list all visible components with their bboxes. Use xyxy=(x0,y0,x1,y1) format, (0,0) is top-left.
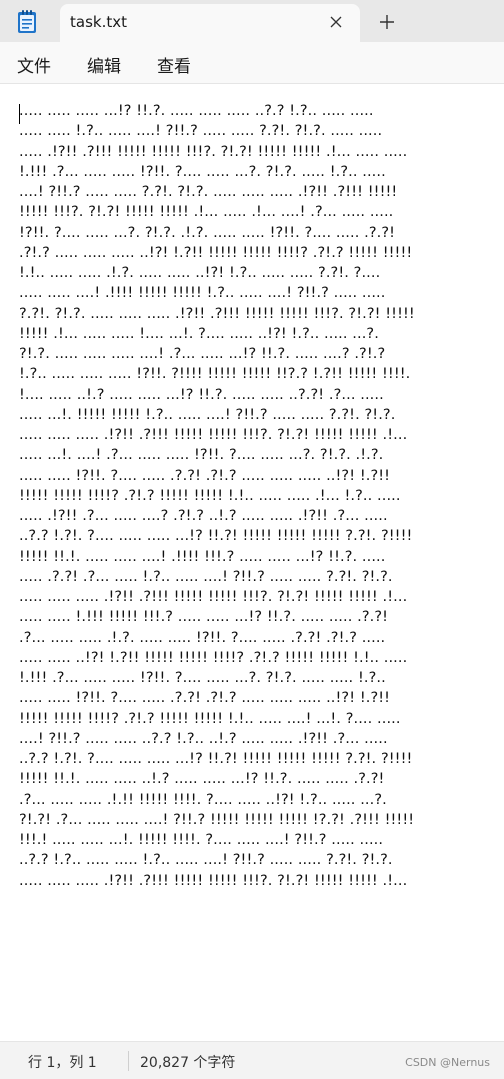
text-editor[interactable]: ..... ..... ..... ...!? !!.?. ..... ....… xyxy=(0,85,504,1041)
text-line: !.... ..... ..!.? ..... ..... ...!? !!.?… xyxy=(19,386,384,403)
text-line: ..... ...!. !!!!! !!!!! !.?.. ..... ....… xyxy=(19,406,396,423)
text-caret xyxy=(19,104,20,124)
text-line: ..... .!?!! .?!!! !!!!! !!!!! !!!?. ?!.?… xyxy=(19,143,408,160)
menu-bar: 文件 编辑 查看 xyxy=(0,42,504,84)
text-line: !.!!! .?... ..... ..... !?!!. ?.... ....… xyxy=(19,163,386,180)
tab-title: task.txt xyxy=(70,13,127,31)
text-line: ?!.?. ..... ..... ..... ....! .?... ....… xyxy=(19,346,386,362)
text-line: ..... ..... ..!?! !.?!! !!!!! !!!!! !!!!… xyxy=(19,649,408,666)
tab-task-txt[interactable]: task.txt xyxy=(60,4,360,42)
watermark: CSDN @Nernus xyxy=(405,1056,490,1069)
menu-edit[interactable]: 编辑 xyxy=(87,52,121,77)
status-divider xyxy=(128,1051,129,1071)
text-line: ..?.? !.?!. ?.... ..... ..... ...!? !!.?… xyxy=(19,751,413,767)
text-line: ..... ..... !.!!! !!!!! !!!.? ..... ....… xyxy=(19,609,389,626)
text-line: ..... ...!. ....! .?... ..... ..... !?!!… xyxy=(19,447,384,464)
text-line: ....! ?!!.? ..... ..... ?.?!. ?!.?. ....… xyxy=(19,184,398,200)
character-count: 20,827 个字符 xyxy=(140,1055,236,1071)
text-line: ?!.?! .?... ..... ..... ....! ?!!.? !!!!… xyxy=(19,811,415,828)
text-line: ..... ..... ..... .!?!! .?!!! !!!!! !!!!… xyxy=(19,872,408,889)
text-line: ..... ..... ..... ...!? !!.?. ..... ....… xyxy=(19,103,374,119)
text-line: !!!.! ..... ..... ...!. !!!!! !!!!. ?...… xyxy=(19,832,384,848)
text-line: !!!!! !!.!. ..... ..... ..!.? ..... ....… xyxy=(19,771,385,788)
cursor-position: 行 1，列 1 xyxy=(28,1055,97,1071)
text-line: ....! ?!!.? ..... ..... ..?.? !.?.. ..!.… xyxy=(19,730,388,747)
menu-file[interactable]: 文件 xyxy=(17,52,51,77)
text-line: ..... ..... !?!!. ?.... ..... .?.?! .?!.… xyxy=(19,467,391,484)
text-line: ..?.? !.?!. ?.... ..... ..... ...!? !!.?… xyxy=(19,528,413,545)
text-line: ?.?!. ?!.?. ..... ..... ..... .!?!! .?!!… xyxy=(19,305,415,322)
notepad-app-icon xyxy=(14,9,40,35)
text-line: ..... ..... ..... .!?!! .?!!! !!!!! !!!!… xyxy=(19,589,408,605)
text-line: ..... ..... ....! .!!!! !!!!! !!!!! !.?.… xyxy=(19,285,386,302)
text-line: .?... ..... ..... .!.?. ..... ..... !?!!… xyxy=(19,629,386,646)
text-line: .?!.? ..... ..... ..... ..!?! !.?!! !!!!… xyxy=(19,244,413,261)
text-line: ..?.? !.?.. ..... ..... !.?.. ..... ....… xyxy=(19,852,393,869)
notepad-window: task.txt 文件 编辑 查看 ..... ..... ..... ...!… xyxy=(0,0,504,1079)
text-line: !.?.. ..... ..... ..... !?!!. ?!!!! !!!!… xyxy=(19,366,411,383)
text-line: ..... ..... !?!!. ?.... ..... .?.?! .?!.… xyxy=(19,690,391,707)
text-line: !.!.. ..... ..... .!.?. ..... ..... ..!?… xyxy=(19,265,381,281)
menu-view[interactable]: 查看 xyxy=(157,52,191,77)
text-line: !.!!! .?... ..... ..... !?!!. ?.... ....… xyxy=(19,670,386,686)
text-line: ..... ..... !.?.. ..... ....! ?!!.? ....… xyxy=(19,123,383,140)
close-icon[interactable] xyxy=(326,12,346,32)
text-line: .?... ..... ..... .!.!! !!!!! !!!!. ?...… xyxy=(19,791,387,808)
text-line: !?!!. ?.... ..... ...?. ?!.?. .!.?. ....… xyxy=(19,224,396,241)
text-line: !!!!! !!.!. ..... ..... ....! .!!!! !!!.… xyxy=(19,548,386,565)
tab-strip: task.txt xyxy=(0,0,504,42)
text-line: !!!!! !!!!! !!!!? .?!.? !!!!! !!!!! !.!.… xyxy=(19,710,401,727)
text-line: !!!!! !!!?. ?!.?! !!!!! !!!!! .!... ....… xyxy=(19,204,394,221)
text-line: ..... .?.?! .?... ..... !.?.. ..... ....… xyxy=(19,568,393,585)
document-text[interactable]: ..... ..... ..... ...!? !!.?. ..... ....… xyxy=(19,101,419,891)
plus-icon[interactable] xyxy=(376,11,398,33)
text-line: !!!!! .!... ..... ..... !.... ...!. ?...… xyxy=(19,325,379,342)
status-bar: 行 1，列 1 20,827 个字符 CSDN @Nernus xyxy=(0,1041,504,1079)
text-line: ..... .!?!! .?... ..... ....? .?!.? ..!.… xyxy=(19,508,388,524)
text-line: ..... ..... ..... .!?!! .?!!! !!!!! !!!!… xyxy=(19,427,408,443)
text-line: !!!!! !!!!! !!!!? .?!.? !!!!! !!!!! !.!.… xyxy=(19,487,401,504)
